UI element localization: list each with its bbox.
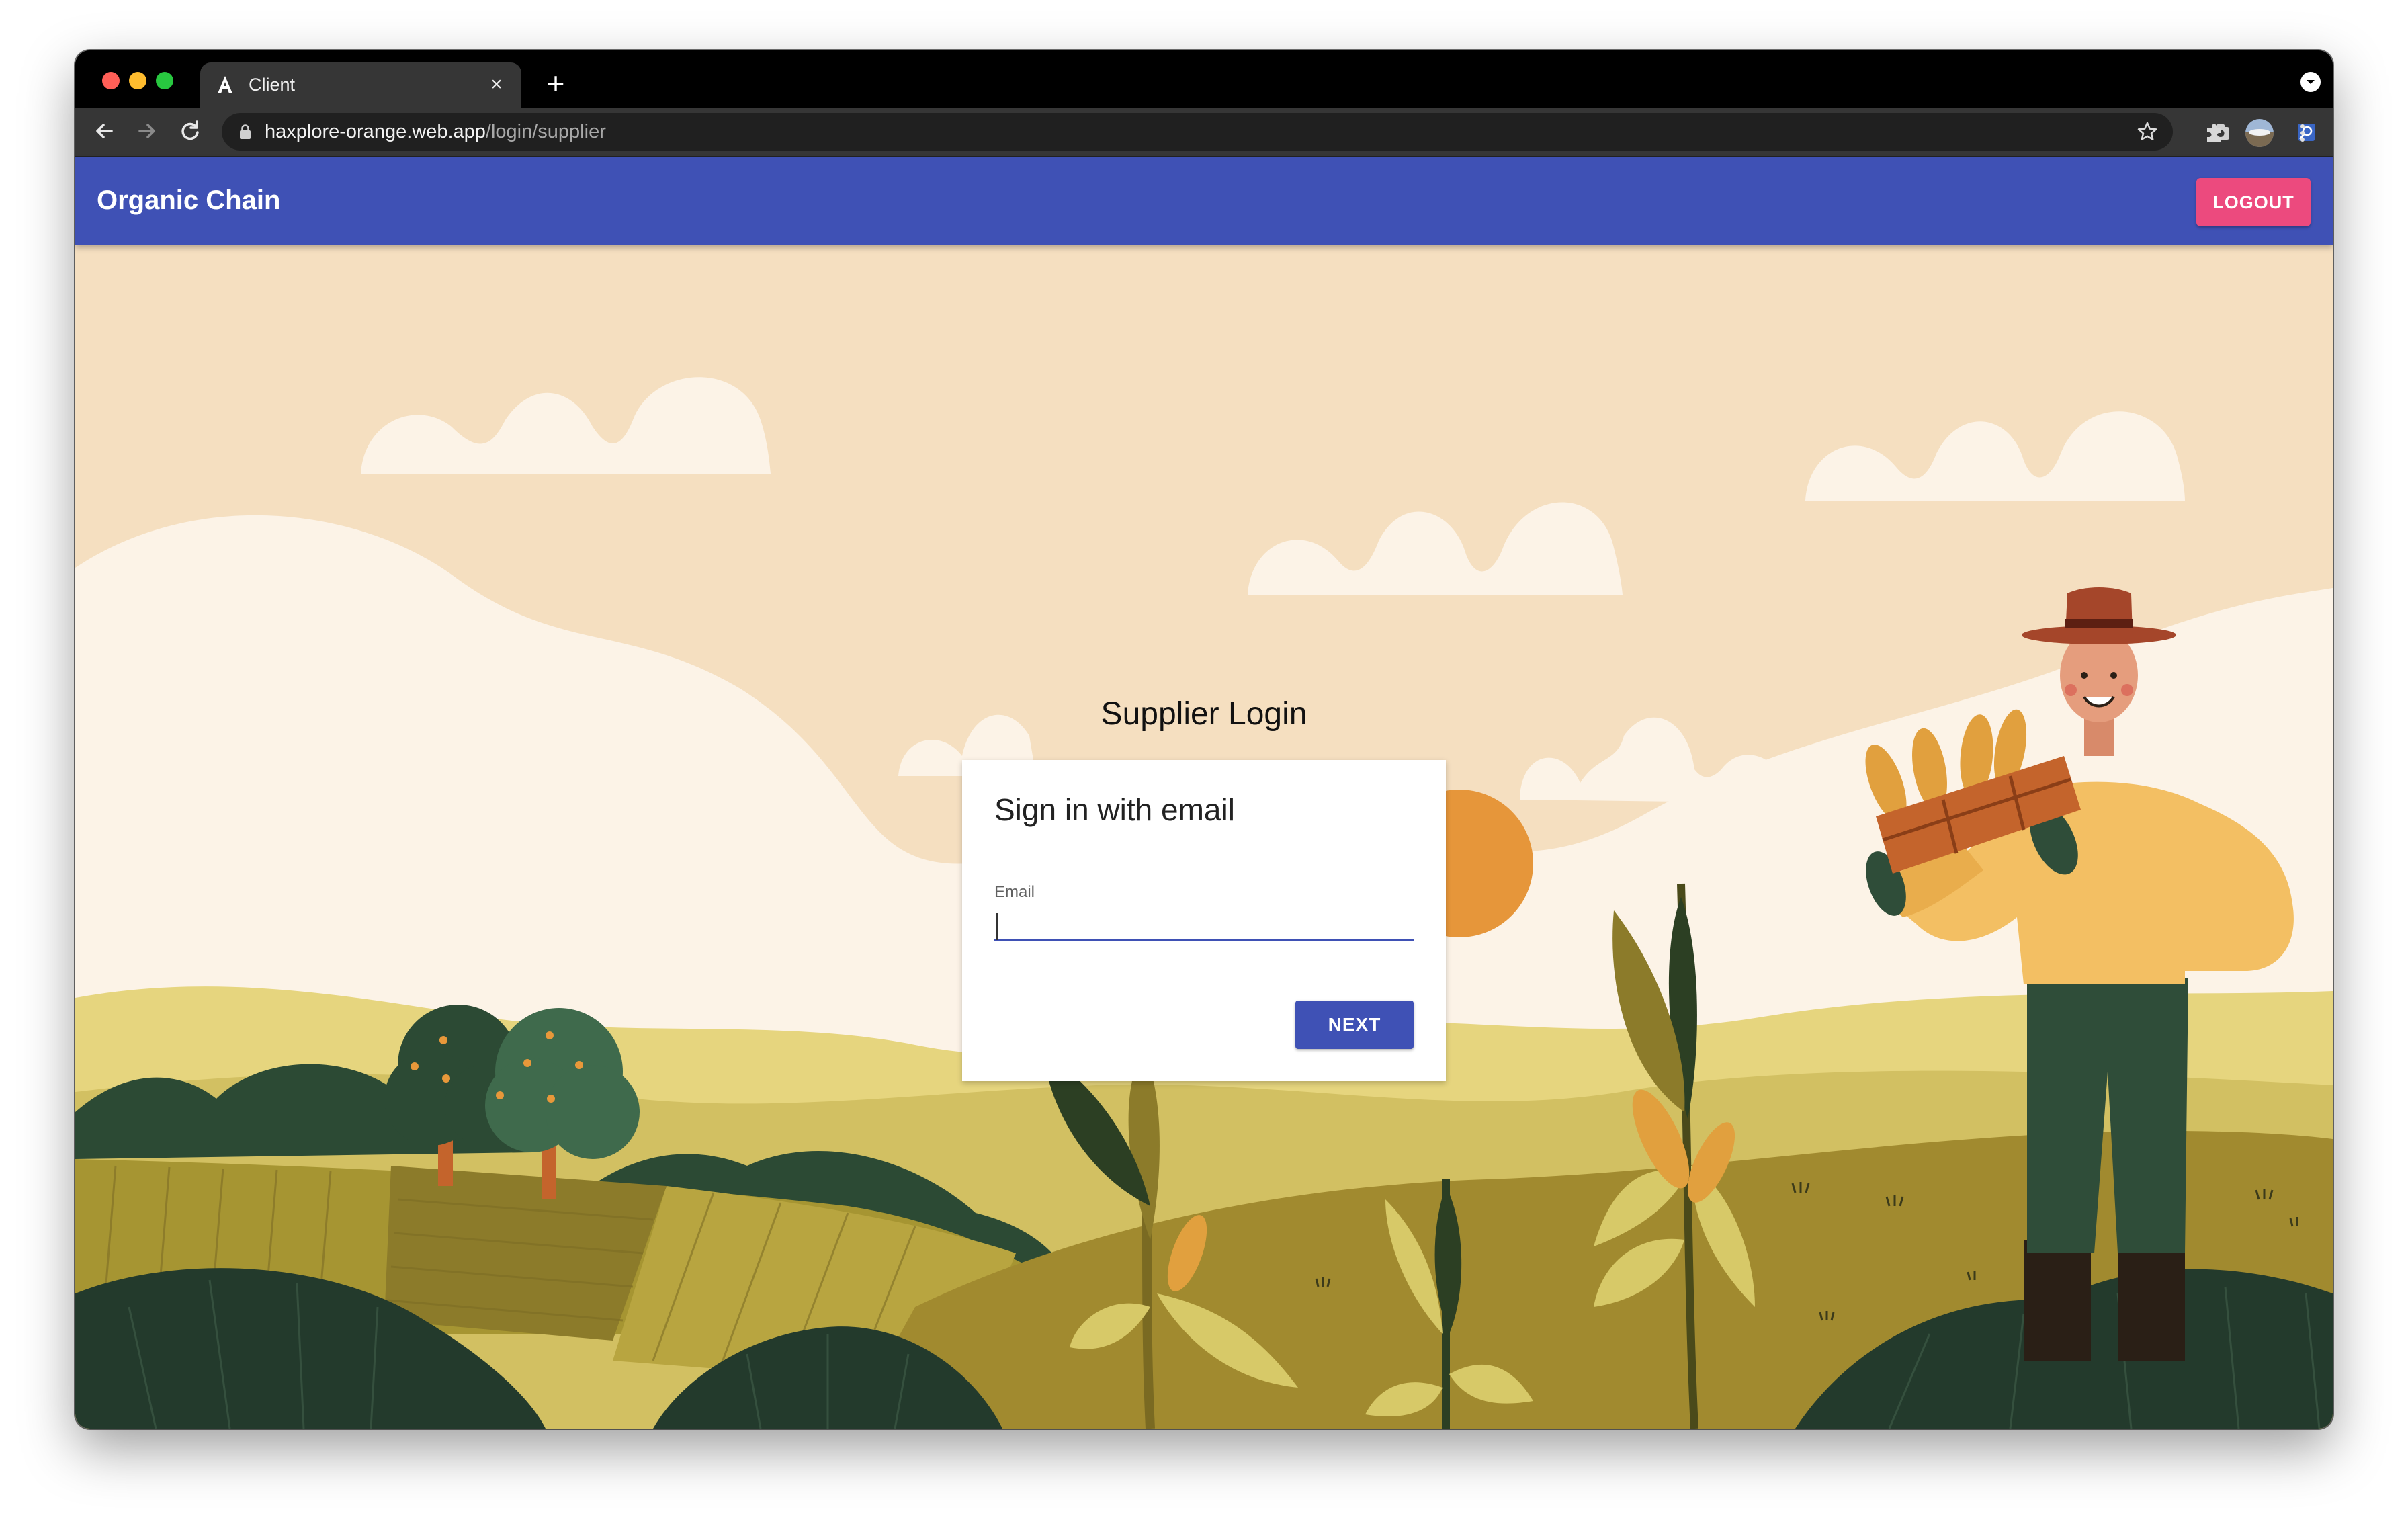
- browser-tab[interactable]: Client ×: [200, 62, 521, 108]
- text-caret: [996, 913, 998, 940]
- logout-button[interactable]: LOGOUT: [2196, 178, 2311, 226]
- url-text[interactable]: haxplore-orange.web.app/login/supplier: [265, 121, 606, 142]
- tab-close-icon[interactable]: ×: [484, 72, 509, 97]
- maximize-window-button[interactable]: [156, 72, 173, 89]
- page-content: Supplier Login Sign in with email Email …: [75, 245, 2333, 1429]
- app-toolbar: Organic Chain LOGOUT: [75, 157, 2333, 245]
- puzzle-icon[interactable]: [2201, 120, 2228, 146]
- profile-avatar-icon[interactable]: [2244, 118, 2275, 148]
- back-arrow-icon[interactable]: [89, 116, 120, 146]
- app-title: Organic Chain: [97, 185, 281, 215]
- tab-strip: Client × +: [75, 50, 2333, 108]
- minimize-window-button[interactable]: [129, 72, 146, 89]
- kebab-menu-icon[interactable]: [2292, 120, 2313, 146]
- forward-arrow-icon[interactable]: [132, 116, 163, 146]
- url-path: /login/supplier: [485, 121, 606, 142]
- browser-toolbar: haxplore-orange.web.app/login/supplier u…: [75, 108, 2333, 157]
- next-button[interactable]: NEXT: [1295, 1001, 1414, 1049]
- email-field[interactable]: [994, 905, 1414, 941]
- close-window-button[interactable]: [102, 72, 120, 89]
- tab-title: Client: [249, 75, 296, 95]
- url-host: haxplore-orange.web.app: [265, 121, 486, 142]
- lock-icon[interactable]: [238, 124, 253, 140]
- angular-favicon-icon: [218, 76, 232, 93]
- new-tab-button[interactable]: +: [539, 67, 572, 100]
- chevron-down-icon: [2307, 80, 2315, 84]
- login-heading: Supplier Login: [1101, 696, 1307, 732]
- star-icon[interactable]: [2135, 120, 2159, 144]
- browser-window: Client × + haxplore-orange.web.app/login…: [75, 50, 2333, 1429]
- email-label: Email: [994, 883, 1035, 901]
- card-title: Sign in with email: [994, 792, 1235, 827]
- reload-icon[interactable]: [175, 116, 206, 146]
- tab-search-button[interactable]: [2300, 72, 2321, 92]
- sign-in-card: Sign in with email Email NEXT: [962, 760, 1446, 1081]
- address-bar[interactable]: haxplore-orange.web.app/login/supplier: [222, 113, 2173, 151]
